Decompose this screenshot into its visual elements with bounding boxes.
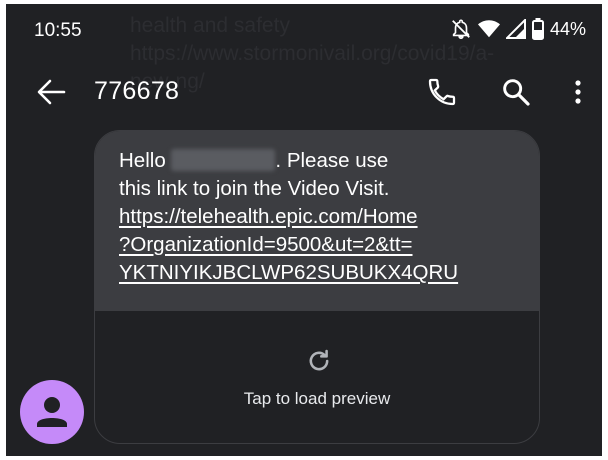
message-line-1: Hello . Please use bbox=[119, 147, 539, 175]
conversation-title: 776678 bbox=[94, 77, 180, 105]
status-bar: 10:55 44% bbox=[6, 4, 602, 56]
battery-icon bbox=[531, 18, 544, 40]
wifi-icon bbox=[477, 20, 500, 38]
battery-percent: 44% bbox=[549, 18, 586, 39]
messaging-screen: health and safety https://www.stormoniva… bbox=[6, 4, 602, 456]
message-bubble[interactable]: Hello . Please use this link to join the… bbox=[94, 130, 540, 444]
call-button[interactable] bbox=[426, 76, 458, 108]
message-text: Hello . Please use this link to join the… bbox=[95, 131, 539, 311]
greeting-text: Hello bbox=[119, 149, 166, 172]
more-vert-icon bbox=[575, 80, 581, 104]
telehealth-link-line-2[interactable]: ?OrganizationId=9500&ut=2&tt= bbox=[119, 231, 539, 259]
telehealth-link-line-1[interactable]: https://telehealth.epic.com/Home bbox=[119, 203, 539, 231]
tap-to-load-preview-label: Tap to load preview bbox=[243, 389, 391, 408]
telehealth-link-line-3[interactable]: YKTNIYIKJBCLWP62SUBUKX4QRU bbox=[119, 259, 539, 287]
status-icons: 44% bbox=[450, 18, 586, 40]
reload-icon bbox=[309, 349, 329, 371]
more-options-button[interactable] bbox=[568, 76, 588, 108]
search-button[interactable] bbox=[500, 76, 532, 108]
message-line-2: this link to join the Video Visit. bbox=[119, 177, 390, 200]
redacted-name bbox=[171, 149, 276, 171]
back-arrow-icon bbox=[37, 79, 66, 105]
back-button[interactable] bbox=[36, 78, 66, 106]
sender-avatar[interactable] bbox=[20, 380, 84, 444]
phone-icon bbox=[428, 78, 456, 106]
status-time: 10:55 bbox=[34, 20, 82, 41]
app-bar: 776678 bbox=[6, 66, 602, 118]
signal-icon bbox=[505, 19, 526, 39]
search-icon bbox=[503, 79, 530, 106]
message-line-1-rest: . Please use bbox=[275, 149, 389, 172]
person-icon bbox=[37, 397, 67, 427]
mute-icon bbox=[452, 19, 470, 39]
link-preview-area[interactable]: Tap to load preview bbox=[95, 311, 539, 443]
